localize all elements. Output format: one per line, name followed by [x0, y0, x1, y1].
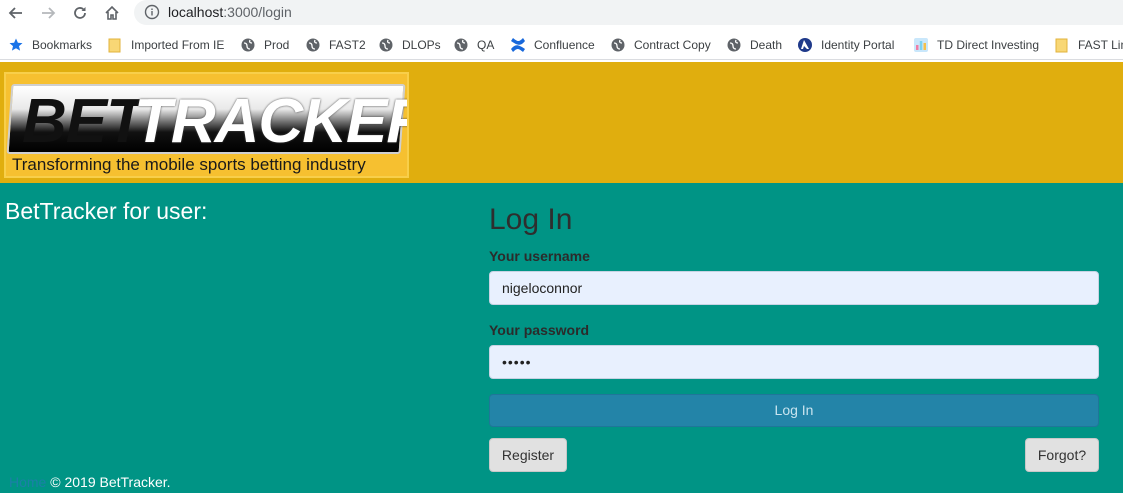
password-field[interactable]: ••••• [489, 345, 1099, 379]
forward-arrow-icon [42, 7, 56, 19]
logo-tagline: Transforming the mobile sports betting i… [12, 155, 366, 174]
bookmark-label: Death [750, 38, 783, 52]
bookmark-fast2[interactable]: FAST2 [305, 36, 366, 54]
login-title: Log In [489, 203, 573, 236]
bookmark-prod[interactable]: Prod [240, 36, 289, 54]
bookmark-confluence[interactable]: Confluence [510, 36, 595, 54]
footer: Home © 2019 BetTracker. [9, 473, 171, 491]
back-button[interactable] [5, 3, 27, 23]
bettracker-logo[interactable]: BET TRACKER Transforming the mobile spor… [4, 72, 409, 178]
bookmark-label: Contract Copy [634, 38, 711, 52]
password-label: Your password [489, 322, 590, 338]
bookmark-label: Imported From IE [131, 38, 225, 52]
browser-toolbar: localhost:3000/login [0, 0, 1123, 27]
confluence-icon [511, 38, 525, 52]
bookmark-label: TD Direct Investing [937, 38, 1040, 52]
back-arrow-icon [8, 7, 22, 19]
bookmark-label: Prod [264, 38, 290, 52]
bookmarks-bar: Bookmarks Imported From IE Prod FAST2 DL… [0, 30, 1123, 60]
star-icon [9, 38, 23, 51]
url-host: localhost [168, 4, 224, 20]
main-content: BetTracker for user: Log In Your usernam… [0, 183, 1123, 493]
username-field[interactable]: nigeloconnor [489, 271, 1099, 305]
bookmark-label: QA [477, 38, 495, 52]
url-path: :3000/login [223, 4, 292, 20]
reload-button[interactable] [69, 3, 91, 23]
register-button[interactable]: Register [489, 438, 567, 472]
td-icon [914, 38, 928, 52]
site-header: BET TRACKER Transforming the mobile spor… [0, 62, 1123, 183]
info-icon[interactable] [144, 4, 160, 20]
folder-icon [1055, 38, 1068, 53]
bookmark-label: Confluence [534, 38, 595, 52]
home-link[interactable]: Home [9, 474, 46, 490]
bookmark-imported-from-ie[interactable]: Imported From IE [107, 36, 224, 54]
address-bar[interactable]: localhost:3000/login [134, 0, 1123, 25]
bookmark-bookmarks[interactable]: Bookmarks [8, 36, 92, 54]
logo-word-bet: BET [22, 87, 144, 156]
globe-icon [306, 38, 320, 52]
globe-icon [727, 38, 741, 52]
bookmark-td-direct-investing[interactable]: TD Direct Investing [913, 36, 1039, 54]
logo-word-tracker: TRACKER [134, 87, 409, 156]
bookmark-identity-portal[interactable]: Identity Portal [797, 36, 894, 54]
url-text: localhost:3000/login [168, 4, 292, 21]
globe-icon [611, 38, 625, 52]
bookmark-label: FAST Lin [1078, 38, 1123, 52]
bookmark-death[interactable]: Death [726, 36, 782, 54]
bookmark-label: Bookmarks [32, 38, 93, 52]
globe-icon [379, 38, 393, 52]
bookmark-contract-copy[interactable]: Contract Copy [610, 36, 711, 54]
login-button[interactable]: Log In [489, 394, 1099, 427]
copyright-text: © 2019 BetTracker. [50, 474, 171, 490]
identity-portal-icon [798, 38, 812, 52]
globe-icon [241, 38, 255, 52]
forward-button[interactable] [37, 3, 59, 23]
bookmark-label: DLOPs [402, 38, 441, 52]
reload-icon [74, 7, 86, 19]
bookmark-fast-lin[interactable]: FAST Lin [1054, 36, 1123, 54]
bookmark-label: Identity Portal [821, 38, 895, 52]
home-button[interactable] [101, 3, 123, 23]
user-heading: BetTracker for user: [5, 198, 208, 224]
globe-icon [454, 38, 468, 52]
username-label: Your username [489, 248, 590, 264]
bookmark-qa[interactable]: QA [453, 36, 494, 54]
forgot-button[interactable]: Forgot? [1025, 438, 1099, 472]
bookmark-dlops[interactable]: DLOPs [378, 36, 441, 54]
bookmark-label: FAST2 [329, 38, 366, 52]
folder-icon [108, 38, 121, 53]
home-icon [105, 5, 119, 20]
